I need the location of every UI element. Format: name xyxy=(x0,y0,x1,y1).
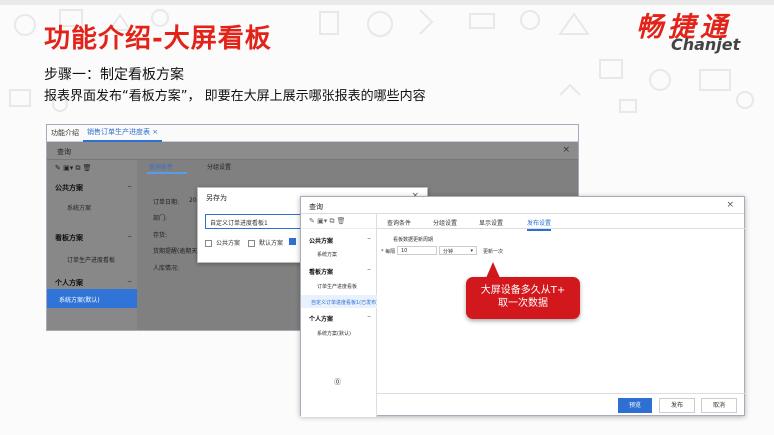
collapse-icon[interactable]: − xyxy=(367,267,371,273)
sidebar-group-personal[interactable]: 个人方案 xyxy=(309,314,333,323)
interval-unit-select[interactable]: 分钟 ▾ xyxy=(439,246,477,255)
field-order-date: 订单日期: xyxy=(153,199,180,206)
public-scheme-checkbox[interactable]: 公共方案 xyxy=(205,238,240,247)
interval-value-input[interactable]: 10 xyxy=(397,246,437,255)
tab-publish-settings[interactable]: 发布设置 xyxy=(527,218,552,231)
tab-group-settings[interactable]: 分组设置 xyxy=(433,218,457,227)
close-icon[interactable]: × xyxy=(562,145,570,155)
active-tab-indicator xyxy=(147,172,187,174)
close-icon[interactable]: × xyxy=(726,200,734,210)
dialog-footer: 预览 发布 取消 xyxy=(377,393,746,417)
toolbar-icons[interactable]: ✎ ▣▾ ⧉ 🗑 xyxy=(55,164,92,173)
tab-feature-intro[interactable]: 功能介绍 xyxy=(47,128,83,138)
field-due-reminder: 货期提醒(逾期天 xyxy=(153,248,198,255)
sidebar-item-board-progress[interactable]: 订单生产进度看板 xyxy=(317,283,357,290)
collapse-icon[interactable]: − xyxy=(127,183,132,190)
tab-sales-order-progress[interactable]: 销售订单生产进度表 × xyxy=(83,125,163,142)
field-order-date-value: 20 xyxy=(189,197,197,204)
sidebar-group-public[interactable]: 公共方案 xyxy=(309,236,333,245)
app-tab-bar: 功能介绍 销售订单生产进度表 × xyxy=(47,125,578,142)
field-department: 部门: xyxy=(153,215,168,222)
query-dialog-title: 查询 xyxy=(57,148,71,156)
tab-group-settings[interactable]: 分组设置 xyxy=(207,162,231,171)
step-description: 报表界面发布“看板方案”， 即要在大屏上展示哪张报表的哪些内容 xyxy=(44,89,426,104)
sidebar-group-board[interactable]: 看板方案 xyxy=(55,233,83,243)
collapse-icon[interactable]: − xyxy=(367,314,371,320)
sidebar-item-system[interactable]: 系统方案 xyxy=(317,251,337,258)
query-dialog-header: 查询 × xyxy=(47,142,578,160)
query-dialog-header-2: 查询 × xyxy=(301,197,744,214)
publish-button[interactable]: 发布 xyxy=(659,398,695,413)
update-period-heading: 看板数据更新周期 xyxy=(393,237,434,243)
sidebar-item-custom-board[interactable]: 自定义订单进度看板1(已发布) xyxy=(301,295,377,308)
tab-query-conditions[interactable]: 查询条件 xyxy=(387,218,411,227)
scheme-sidebar: ✎ ▣▾ ⧉ 🗑 公共方案 − 系统方案 看板方案 − 订单生产进度看板 个人方… xyxy=(47,160,137,330)
settings-tabs: 查询条件 分组设置 显示设置 发布设置 xyxy=(377,214,746,231)
collapse-icon[interactable]: − xyxy=(367,236,371,242)
sidebar-item-personal-default[interactable]: 系统方案(默认) xyxy=(47,289,137,308)
query-dialog-title-2: 查询 xyxy=(309,203,323,211)
callout-line-1: 大屏设备多久从T+ xyxy=(480,285,566,296)
toolbar-icons[interactable]: ✎ ▣▾ ⧉ 🗑 xyxy=(301,214,376,229)
scheme-sidebar-2: ✎ ▣▾ ⧉ 🗑 公共方案 − 系统方案 看板方案 − 订单生产进度看板 自定义… xyxy=(301,214,377,417)
interval-label: * 每隔 xyxy=(381,249,396,255)
board-scheme-checkbox[interactable] xyxy=(289,238,300,245)
callout-bubble: 大屏设备多久从T+ 取一次数据 xyxy=(466,277,580,319)
help-icon[interactable]: ⓪ xyxy=(334,377,341,387)
tab-display-settings[interactable]: 显示设置 xyxy=(479,218,503,227)
callout-line-2: 取一次数据 xyxy=(498,298,548,309)
callout-pointer xyxy=(486,262,500,278)
slide-title: 功能介绍-大屏看板 xyxy=(44,24,272,54)
field-inventory: 存货: xyxy=(153,232,168,239)
sidebar-group-public[interactable]: 公共方案 xyxy=(55,183,83,193)
sidebar-item-personal-default[interactable]: 系统方案(默认) xyxy=(317,330,351,337)
brand-logo-en: Chanjet xyxy=(671,35,741,54)
cancel-button[interactable]: 取消 xyxy=(701,398,737,413)
collapse-icon[interactable]: − xyxy=(127,278,132,285)
step-heading: 步骤一：制定看板方案 xyxy=(44,67,184,83)
interval-suffix: 更新一次 xyxy=(483,249,504,255)
slide: 功能介绍-大屏看板 畅捷通 Chanjet 步骤一：制定看板方案 报表界面发布“… xyxy=(0,0,774,435)
default-scheme-checkbox[interactable]: 默认方案 xyxy=(248,238,283,247)
tab-query-conditions[interactable]: 查询条件 xyxy=(149,162,173,171)
collapse-icon[interactable]: − xyxy=(127,233,132,240)
sidebar-item-board-progress[interactable]: 订单生产进度看板 xyxy=(67,255,115,264)
sidebar-item-system[interactable]: 系统方案 xyxy=(67,203,91,212)
sidebar-group-board[interactable]: 看板方案 xyxy=(309,267,333,276)
preview-button[interactable]: 预览 xyxy=(618,398,652,413)
field-warehouse-status: 人库情况: xyxy=(153,265,180,272)
sidebar-group-personal[interactable]: 个人方案 xyxy=(55,278,83,288)
